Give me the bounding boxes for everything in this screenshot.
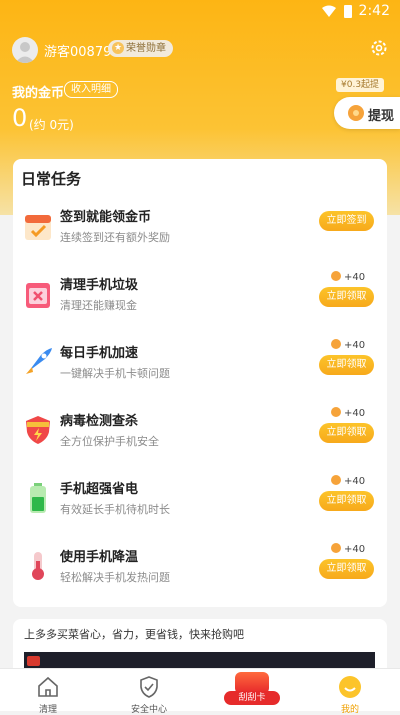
income-detail-button[interactable]: 收入明细 (64, 81, 118, 98)
task-name: 病毒检测查杀 (60, 414, 139, 429)
claim-button[interactable]: 立即领取 (319, 355, 374, 375)
task-reward: +40 (331, 475, 365, 487)
task-reward: +40 (331, 543, 365, 555)
honor-badge-label: 荣誉勋章 (126, 43, 166, 54)
task-antivirus: 病毒检测查杀 全方位保护手机安全 +40 立即领取 (13, 407, 387, 467)
task-desc: 一键解决手机卡顿问题 (60, 367, 170, 380)
wifi-icon (322, 5, 336, 17)
task-checkin: 签到就能领金币 连续签到还有额外奖励 立即签到 (13, 203, 387, 263)
coin-icon (331, 407, 341, 417)
claim-button[interactable]: 立即领取 (319, 559, 374, 579)
withdraw-button[interactable]: 提现 (334, 97, 400, 129)
withdraw-label: 提现 (368, 109, 395, 124)
status-bar: 2:42 (0, 0, 400, 24)
rocket-icon (26, 348, 52, 374)
daily-tasks-card: 日常任务 签到就能领金币 连续签到还有额外奖励 立即签到 清理手机垃圾 清理还能… (13, 159, 387, 607)
profile-icon (339, 676, 361, 698)
shield-icon (26, 416, 50, 444)
task-cooling: 使用手机降温 轻松解决手机发热问题 +40 立即领取 (13, 543, 387, 603)
task-name: 使用手机降温 (60, 550, 139, 565)
task-reward: +40 (331, 271, 365, 283)
calendar-icon (25, 215, 51, 240)
bottom-nav: 清理 安全中心 刮刮卡 我的 (0, 668, 400, 715)
promo-banner[interactable] (24, 652, 375, 669)
coins-title: 我的金币 (12, 86, 65, 101)
star-icon: ★ (112, 42, 124, 54)
user-icon (15, 42, 35, 63)
nav-label: 刮刮卡 (224, 691, 280, 705)
task-power-saving: 手机超强省电 有效延长手机待机时长 +40 立即领取 (13, 475, 387, 535)
claim-button[interactable]: 立即领取 (319, 287, 374, 307)
coin-yuan-value: (约 0元) (29, 118, 74, 132)
task-name: 清理手机垃圾 (60, 278, 139, 293)
task-name: 每日手机加速 (60, 346, 139, 361)
withdraw-minimum-tag: ¥0.3起提 (336, 78, 385, 92)
task-desc: 连续签到还有额外奖励 (60, 231, 170, 244)
coin-icon (331, 339, 341, 349)
task-name: 手机超强省电 (60, 482, 139, 497)
nav-label: 清理 (38, 705, 57, 715)
battery-icon (30, 483, 46, 513)
nav-label: 我的 (340, 705, 359, 715)
claim-button[interactable]: 立即领取 (319, 423, 374, 443)
coin-icon (331, 543, 341, 553)
honor-badge[interactable]: ★ 荣誉勋章 (108, 40, 173, 57)
task-speedup: 每日手机加速 一键解决手机卡顿问题 +40 立即领取 (13, 339, 387, 399)
coin-balance: 0 (12, 104, 28, 132)
gear-icon[interactable] (370, 39, 388, 57)
checkin-button[interactable]: 立即签到 (319, 211, 374, 231)
avatar[interactable] (12, 37, 38, 63)
task-desc: 轻松解决手机发热问题 (60, 571, 170, 584)
nav-mine[interactable]: 我的 (310, 669, 390, 715)
task-name: 签到就能领金币 (60, 210, 152, 225)
claim-button[interactable]: 立即领取 (319, 491, 374, 511)
nav-scratch-card[interactable]: 刮刮卡 (212, 669, 292, 711)
task-desc: 有效延长手机待机时长 (60, 503, 170, 516)
coin-icon (331, 271, 341, 281)
task-clean: 清理手机垃圾 清理还能赚现金 +40 立即领取 (13, 271, 387, 331)
task-desc: 清理还能赚现金 (60, 299, 137, 312)
coin-icon (331, 475, 341, 485)
trash-icon (26, 283, 50, 308)
task-desc: 全方位保护手机安全 (60, 435, 159, 448)
promo-logo-icon (27, 656, 40, 666)
status-time: 2:42 (358, 3, 390, 19)
battery-icon (344, 5, 352, 18)
promo-card[interactable]: 上多多买菜省心，省力，更省钱，快来抢购吧 (13, 619, 387, 669)
promo-text: 上多多买菜省心，省力，更省钱，快来抢购吧 (24, 628, 244, 641)
home-icon (38, 676, 58, 697)
nav-label: 安全中心 (130, 705, 167, 715)
task-reward: +40 (331, 339, 365, 351)
shield-check-icon (140, 676, 158, 698)
coin-icon (348, 105, 364, 121)
task-reward: +40 (331, 407, 365, 419)
nav-security-center[interactable]: 安全中心 (109, 669, 189, 715)
daily-tasks-title: 日常任务 (21, 170, 82, 188)
thermometer-icon (32, 552, 44, 580)
nav-clean[interactable]: 清理 (8, 669, 88, 715)
